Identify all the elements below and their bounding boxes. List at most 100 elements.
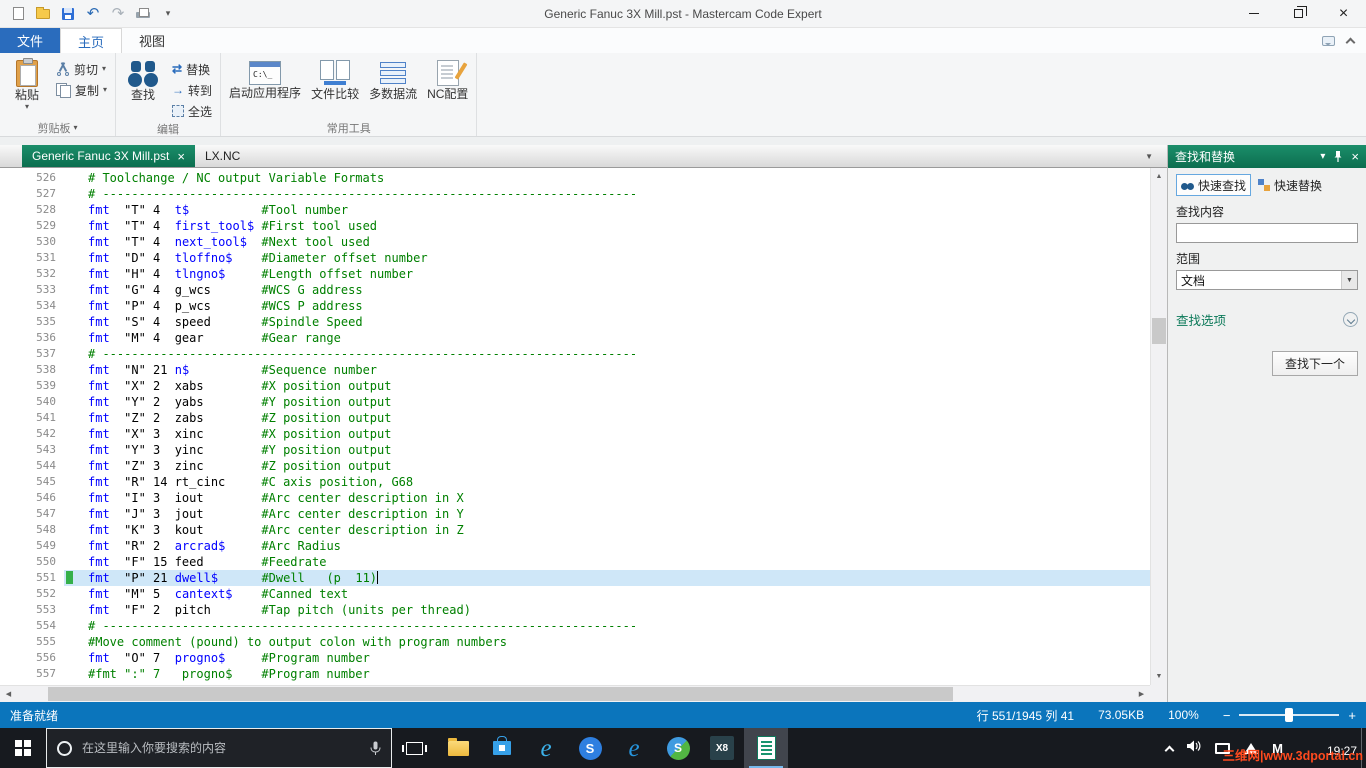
multi-stream-button[interactable]: 多数据流 bbox=[365, 56, 421, 119]
microphone-icon[interactable] bbox=[370, 741, 381, 756]
tab-close-icon[interactable]: × bbox=[177, 150, 185, 163]
task-view-button[interactable] bbox=[392, 728, 436, 768]
code-line-544[interactable]: 544 fmt "Z" 3 zinc #Z position output bbox=[0, 458, 1150, 474]
undo-button[interactable]: ↶ bbox=[83, 4, 103, 24]
code-line-546[interactable]: 546 fmt "I" 3 iout #Arc center descriptio… bbox=[0, 490, 1150, 506]
code-line-543[interactable]: 543 fmt "Y" 3 yinc #Y position output bbox=[0, 442, 1150, 458]
code-line-541[interactable]: 541 fmt "Z" 2 zabs #Z position output bbox=[0, 410, 1150, 426]
redo-button[interactable]: ↷ bbox=[108, 4, 128, 24]
replace-button[interactable]: ⇄ 替换 bbox=[168, 59, 216, 79]
zoom-slider-track[interactable] bbox=[1239, 708, 1340, 722]
taskbar-search-box[interactable] bbox=[46, 728, 392, 768]
nc-config-button[interactable]: NC配置 bbox=[423, 56, 472, 119]
store-button[interactable] bbox=[480, 728, 524, 768]
code-line-556[interactable]: 556 fmt "O" 7 progno$ #Program number bbox=[0, 650, 1150, 666]
code-line-533[interactable]: 533 fmt "G" 4 g_wcs #WCS G address bbox=[0, 282, 1150, 298]
cut-button[interactable]: 剪切 ▾ bbox=[52, 59, 111, 79]
zoom-in-icon[interactable]: + bbox=[1348, 709, 1356, 722]
scroll-left-arrow[interactable]: ◀ bbox=[0, 686, 17, 702]
doc-tab-active[interactable]: Generic Fanuc 3X Mill.pst × bbox=[22, 145, 195, 167]
save-button[interactable] bbox=[58, 4, 78, 24]
launch-application-button[interactable]: 启动应用程序 bbox=[225, 56, 305, 119]
code-line-531[interactable]: 531 fmt "D" 4 tloffno$ #Diameter offset n… bbox=[0, 250, 1150, 266]
scroll-right-arrow[interactable]: ▶ bbox=[1133, 686, 1150, 702]
print-button[interactable] bbox=[133, 4, 153, 24]
code-line-550[interactable]: 550 fmt "F" 15 feed #Feedrate bbox=[0, 554, 1150, 570]
scope-select[interactable]: 文档 ▼ bbox=[1176, 270, 1358, 290]
panel-menu-chevron-icon[interactable]: ▾ bbox=[1320, 151, 1325, 162]
code-line-540[interactable]: 540 fmt "Y" 2 yabs #Y position output bbox=[0, 394, 1150, 410]
code-line-555[interactable]: 555 #Move comment (pound) to output colon… bbox=[0, 634, 1150, 650]
taskbar-search-input[interactable] bbox=[82, 741, 360, 755]
collapse-ribbon-icon[interactable] bbox=[1345, 37, 1356, 47]
quick-replace-tab[interactable]: 快速替换 bbox=[1254, 174, 1326, 196]
select-all-button[interactable]: 全选 bbox=[168, 101, 216, 121]
code-line-530[interactable]: 530 fmt "T" 4 next_tool$ #Next tool used bbox=[0, 234, 1150, 250]
code-line-545[interactable]: 545 fmt "R" 14 rt_cinc #C axis position, … bbox=[0, 474, 1150, 490]
code-line-534[interactable]: 534 fmt "P" 4 p_wcs #WCS P address bbox=[0, 298, 1150, 314]
find-button[interactable]: 查找 bbox=[120, 56, 166, 121]
find-options-row[interactable]: 查找选项 bbox=[1176, 310, 1358, 329]
code-line-528[interactable]: 528 fmt "T" 4 t$ #Tool number bbox=[0, 202, 1150, 218]
code-line-549[interactable]: 549 fmt "R" 2 arcrad$ #Arc Radius bbox=[0, 538, 1150, 554]
code-line-532[interactable]: 532 fmt "H" 4 tlngno$ #Length offset numb… bbox=[0, 266, 1150, 282]
expand-options-chevron-icon[interactable] bbox=[1343, 312, 1358, 327]
code-line-557[interactable]: 557 #fmt ":" 7 progno$ #Program number bbox=[0, 666, 1150, 682]
copy-button[interactable]: 复制 ▾ bbox=[52, 80, 111, 100]
browser-globe-button[interactable]: S bbox=[656, 728, 700, 768]
code-line-537[interactable]: 537 # -----------------------------------… bbox=[0, 346, 1150, 362]
code-line-551[interactable]: 551 fmt "P" 21 dwell$ #Dwell (p 11) bbox=[0, 570, 1150, 586]
code-editor[interactable]: 526 # Toolchange / NC output Variable For… bbox=[0, 168, 1150, 685]
code-line-539[interactable]: 539 fmt "X" 2 xabs #X position output bbox=[0, 378, 1150, 394]
vertical-scroll-thumb[interactable] bbox=[1152, 318, 1166, 344]
open-file-button[interactable] bbox=[33, 4, 53, 24]
edge-button[interactable]: e bbox=[612, 728, 656, 768]
code-line-535[interactable]: 535 fmt "S" 4 speed #Spindle Speed bbox=[0, 314, 1150, 330]
code-line-554[interactable]: 554 # -----------------------------------… bbox=[0, 618, 1150, 634]
editor-vertical-scrollbar[interactable]: ▲ ▼ bbox=[1150, 168, 1167, 685]
code-line-538[interactable]: 538 fmt "N" 21 n$ #Sequence number bbox=[0, 362, 1150, 378]
tab-file[interactable]: 文件 bbox=[0, 28, 61, 53]
code-line-542[interactable]: 542 fmt "X" 3 xinc #X position output bbox=[0, 426, 1150, 442]
internet-explorer-button[interactable]: e bbox=[524, 728, 568, 768]
code-line-552[interactable]: 552 fmt "M" 5 cantext$ #Canned text bbox=[0, 586, 1150, 602]
code-line-548[interactable]: 548 fmt "K" 3 kout #Arc center descriptio… bbox=[0, 522, 1150, 538]
close-button[interactable]: × bbox=[1321, 0, 1366, 27]
tab-view[interactable]: 视图 bbox=[122, 28, 182, 53]
code-line-553[interactable]: 553 fmt "F" 2 pitch #Tap pitch (units per… bbox=[0, 602, 1150, 618]
horizontal-scroll-thumb[interactable] bbox=[48, 687, 953, 701]
help-bubble-icon[interactable] bbox=[1322, 35, 1335, 46]
code-line-527[interactable]: 527 # -----------------------------------… bbox=[0, 186, 1150, 202]
editor-horizontal-scrollbar[interactable]: ◀ ▶ bbox=[0, 685, 1150, 702]
goto-button[interactable]: → 转到 bbox=[168, 80, 216, 100]
volume-icon[interactable] bbox=[1187, 739, 1201, 757]
file-explorer-button[interactable] bbox=[436, 728, 480, 768]
restore-button[interactable] bbox=[1276, 0, 1321, 27]
code-line-536[interactable]: 536 fmt "M" 4 gear #Gear range bbox=[0, 330, 1150, 346]
code-line-529[interactable]: 529 fmt "T" 4 first_tool$ #First tool use… bbox=[0, 218, 1150, 234]
new-file-button[interactable] bbox=[8, 4, 28, 24]
pin-icon[interactable] bbox=[1333, 150, 1343, 163]
start-button[interactable] bbox=[0, 728, 46, 768]
scroll-up-arrow[interactable]: ▲ bbox=[1151, 168, 1167, 185]
tab-list-dropdown[interactable]: ▼ bbox=[1145, 145, 1167, 167]
code-line-526[interactable]: 526 # Toolchange / NC output Variable For… bbox=[0, 170, 1150, 186]
code-expert-taskbar-button[interactable] bbox=[744, 728, 788, 768]
zoom-out-icon[interactable]: − bbox=[1223, 709, 1231, 722]
doc-tab-lxnc[interactable]: LX.NC bbox=[195, 145, 250, 167]
quick-find-tab[interactable]: 快速查找 bbox=[1176, 174, 1252, 196]
find-input[interactable] bbox=[1176, 223, 1358, 243]
file-compare-button[interactable]: 文件比较 bbox=[307, 56, 363, 119]
code-line-547[interactable]: 547 fmt "J" 3 jout #Arc center descriptio… bbox=[0, 506, 1150, 522]
mastercam-x8-button[interactable]: X8 bbox=[700, 728, 744, 768]
hidden-icons-chevron[interactable] bbox=[1164, 745, 1175, 755]
tab-home[interactable]: 主页 bbox=[60, 28, 123, 53]
scroll-down-arrow[interactable]: ▼ bbox=[1151, 668, 1167, 685]
find-next-button[interactable]: 查找下一个 bbox=[1271, 351, 1358, 376]
zoom-slider-thumb[interactable] bbox=[1285, 708, 1294, 722]
browser-s-button[interactable]: S bbox=[568, 728, 612, 768]
qat-customize-button[interactable]: ▾ bbox=[158, 4, 178, 24]
panel-close-icon[interactable]: × bbox=[1351, 150, 1359, 163]
minimize-button[interactable] bbox=[1231, 0, 1276, 27]
paste-button[interactable]: 粘贴 ▾ bbox=[4, 56, 50, 119]
